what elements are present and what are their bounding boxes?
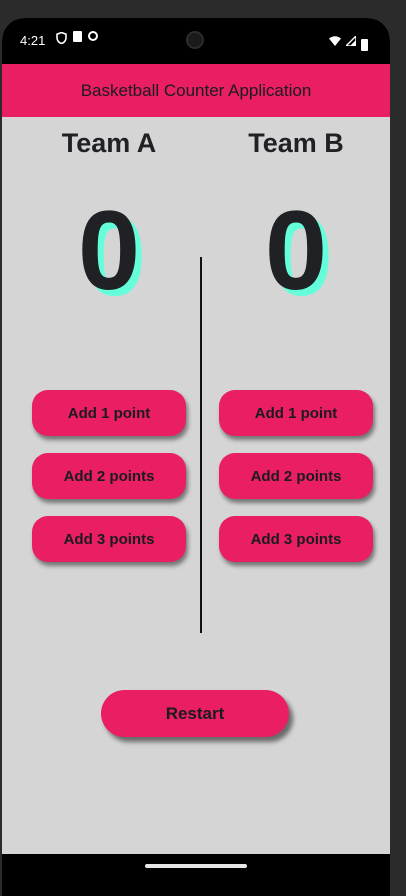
shield-icon: [56, 31, 67, 45]
wifi-icon: [329, 33, 341, 51]
status-bar: 4:21: [2, 18, 390, 64]
status-system-icons: [329, 33, 368, 51]
team-b-add-3-button[interactable]: Add 3 points: [219, 516, 373, 562]
team-b-add-1-button[interactable]: Add 1 point: [219, 390, 373, 436]
team-divider: [200, 257, 202, 633]
restart-button[interactable]: Restart: [101, 690, 289, 737]
team-a-add-2-button[interactable]: Add 2 points: [32, 453, 186, 499]
team-b-title: Team B: [248, 128, 344, 158]
sync-icon: [88, 31, 98, 41]
sd-card-icon: [73, 31, 82, 42]
home-gesture-handle[interactable]: [145, 864, 247, 868]
signal-icon: [344, 33, 357, 51]
front-camera: [186, 31, 204, 49]
app-bar: Basketball Counter Application: [2, 64, 390, 117]
battery-icon: [361, 39, 368, 51]
team-a-title: Team A: [61, 128, 157, 158]
navigation-bar: [2, 854, 390, 896]
team-a-add-1-button[interactable]: Add 1 point: [32, 390, 186, 436]
status-notification-icons: [56, 31, 98, 45]
app-title: Basketball Counter Application: [80, 80, 312, 100]
team-a-add-3-button[interactable]: Add 3 points: [32, 516, 186, 562]
team-b-add-2-button[interactable]: Add 2 points: [219, 453, 373, 499]
team-a-score: 0: [77, 188, 141, 313]
status-time: 4:21: [20, 33, 46, 48]
team-b-score: 0: [264, 188, 328, 313]
